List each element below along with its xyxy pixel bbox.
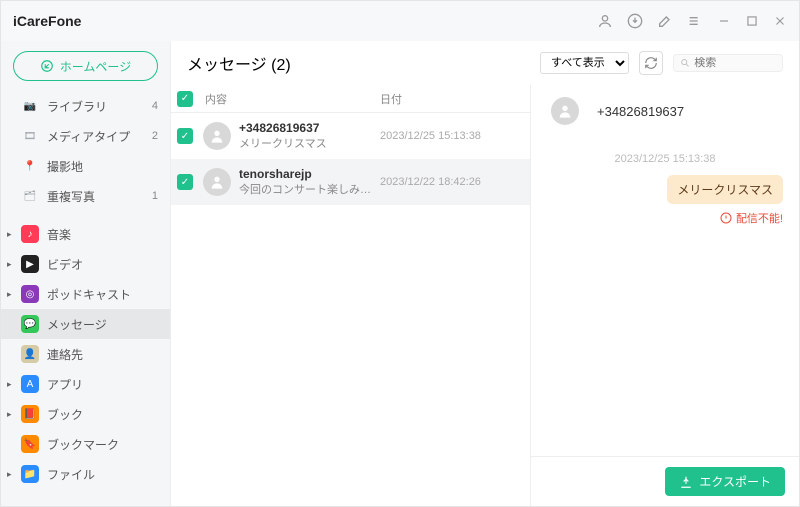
- nav-icon: 📕: [21, 405, 39, 423]
- content-area: メッセージ (2) すべて表示 ✓ 内容 日付 ✓+34826819637メリー…: [171, 41, 799, 506]
- sidebar-item[interactable]: 👤連絡先: [1, 339, 170, 369]
- sidebar-item[interactable]: 📍撮影地: [1, 151, 170, 181]
- nav-icon: 🎞: [21, 127, 39, 145]
- nav-icon: 🔖: [21, 435, 39, 453]
- filter-dropdown[interactable]: すべて表示: [540, 52, 629, 74]
- sidebar-item[interactable]: ◎ポッドキャスト: [1, 279, 170, 309]
- nav-icon: 💬: [21, 315, 39, 333]
- chat-timestamp: 2023/12/25 15:13:38: [547, 153, 783, 165]
- avatar: [203, 122, 231, 150]
- contact-name: +34826819637: [597, 104, 684, 119]
- sidebar-item[interactable]: 🎞メディアタイプ2: [1, 121, 170, 151]
- message-list: ✓ 内容 日付 ✓+34826819637メリークリスマス2023/12/25 …: [171, 85, 531, 506]
- menu-icon[interactable]: [687, 13, 703, 29]
- user-icon[interactable]: [597, 13, 613, 29]
- nav-icon: A: [21, 375, 39, 393]
- sidebar: ホームページ 📷ライブラリ4🎞メディアタイプ2📍撮影地🗂重複写真1 ♪音楽▶ビデオ…: [1, 41, 171, 506]
- bubble-text: メリークリスマス: [667, 175, 783, 204]
- sidebar-item[interactable]: ▶ビデオ: [1, 249, 170, 279]
- refresh-button[interactable]: [639, 51, 663, 75]
- title-actions: [597, 13, 787, 29]
- detail-header: +34826819637: [531, 85, 799, 137]
- maximize-icon[interactable]: [745, 14, 759, 28]
- delivery-failed: 配信不能!: [547, 210, 783, 226]
- minimize-icon[interactable]: [717, 14, 731, 28]
- nav-icon: 👤: [21, 345, 39, 363]
- sidebar-item[interactable]: 🔖ブックマーク: [1, 429, 170, 459]
- message-row[interactable]: ✓tenorsharejp今回のコンサート楽しみに待っ...2023/12/22…: [171, 159, 530, 205]
- nav-list: 📷ライブラリ4🎞メディアタイプ2📍撮影地🗂重複写真1 ♪音楽▶ビデオ◎ポッドキャス…: [1, 91, 170, 506]
- message-row[interactable]: ✓+34826819637メリークリスマス2023/12/25 15:13:38: [171, 113, 530, 159]
- download-icon[interactable]: [627, 13, 643, 29]
- export-button[interactable]: エクスポート: [665, 467, 785, 496]
- search-input[interactable]: [694, 57, 776, 69]
- sidebar-item[interactable]: 📁ファイル: [1, 459, 170, 489]
- home-label: ホームページ: [60, 58, 131, 75]
- edit-icon[interactable]: [657, 13, 673, 29]
- avatar: [203, 168, 231, 196]
- content-header: メッセージ (2) すべて表示: [171, 41, 799, 85]
- detail-pane: +34826819637 2023/12/25 15:13:38 メリークリスマ…: [531, 85, 799, 506]
- sidebar-item[interactable]: 📕ブック: [1, 399, 170, 429]
- warning-icon: [720, 212, 732, 224]
- nav-icon: 📍: [21, 157, 39, 175]
- chat-area: 2023/12/25 15:13:38 メリークリスマス 配信不能!: [531, 137, 799, 456]
- avatar: [551, 97, 579, 125]
- row-checkbox[interactable]: ✓: [177, 128, 193, 144]
- sidebar-item[interactable]: 📷ライブラリ4: [1, 91, 170, 121]
- page-title: メッセージ (2): [187, 51, 291, 75]
- footer: エクスポート: [531, 456, 799, 506]
- column-content: 内容: [199, 91, 380, 107]
- row-checkbox[interactable]: ✓: [177, 174, 193, 190]
- nav-icon: 📁: [21, 465, 39, 483]
- search-box[interactable]: [673, 54, 783, 72]
- app-title: iCareFone: [13, 13, 81, 29]
- sidebar-item[interactable]: 💬メッセージ: [1, 309, 170, 339]
- column-date: 日付: [380, 91, 530, 107]
- sidebar-item[interactable]: Aアプリ: [1, 369, 170, 399]
- select-all-checkbox[interactable]: ✓: [177, 91, 193, 107]
- sidebar-item[interactable]: ♪音楽: [1, 219, 170, 249]
- sidebar-item[interactable]: 🗂重複写真1: [1, 181, 170, 211]
- nav-icon: 🗂: [21, 187, 39, 205]
- nav-icon: 📷: [21, 97, 39, 115]
- close-icon[interactable]: [773, 14, 787, 28]
- list-header: ✓ 内容 日付: [171, 85, 530, 113]
- nav-icon: ▶: [21, 255, 39, 273]
- titlebar: iCareFone: [1, 1, 799, 41]
- home-button[interactable]: ホームページ: [13, 51, 158, 81]
- chat-bubble: メリークリスマス: [547, 175, 783, 204]
- nav-icon: ♪: [21, 225, 39, 243]
- nav-icon: ◎: [21, 285, 39, 303]
